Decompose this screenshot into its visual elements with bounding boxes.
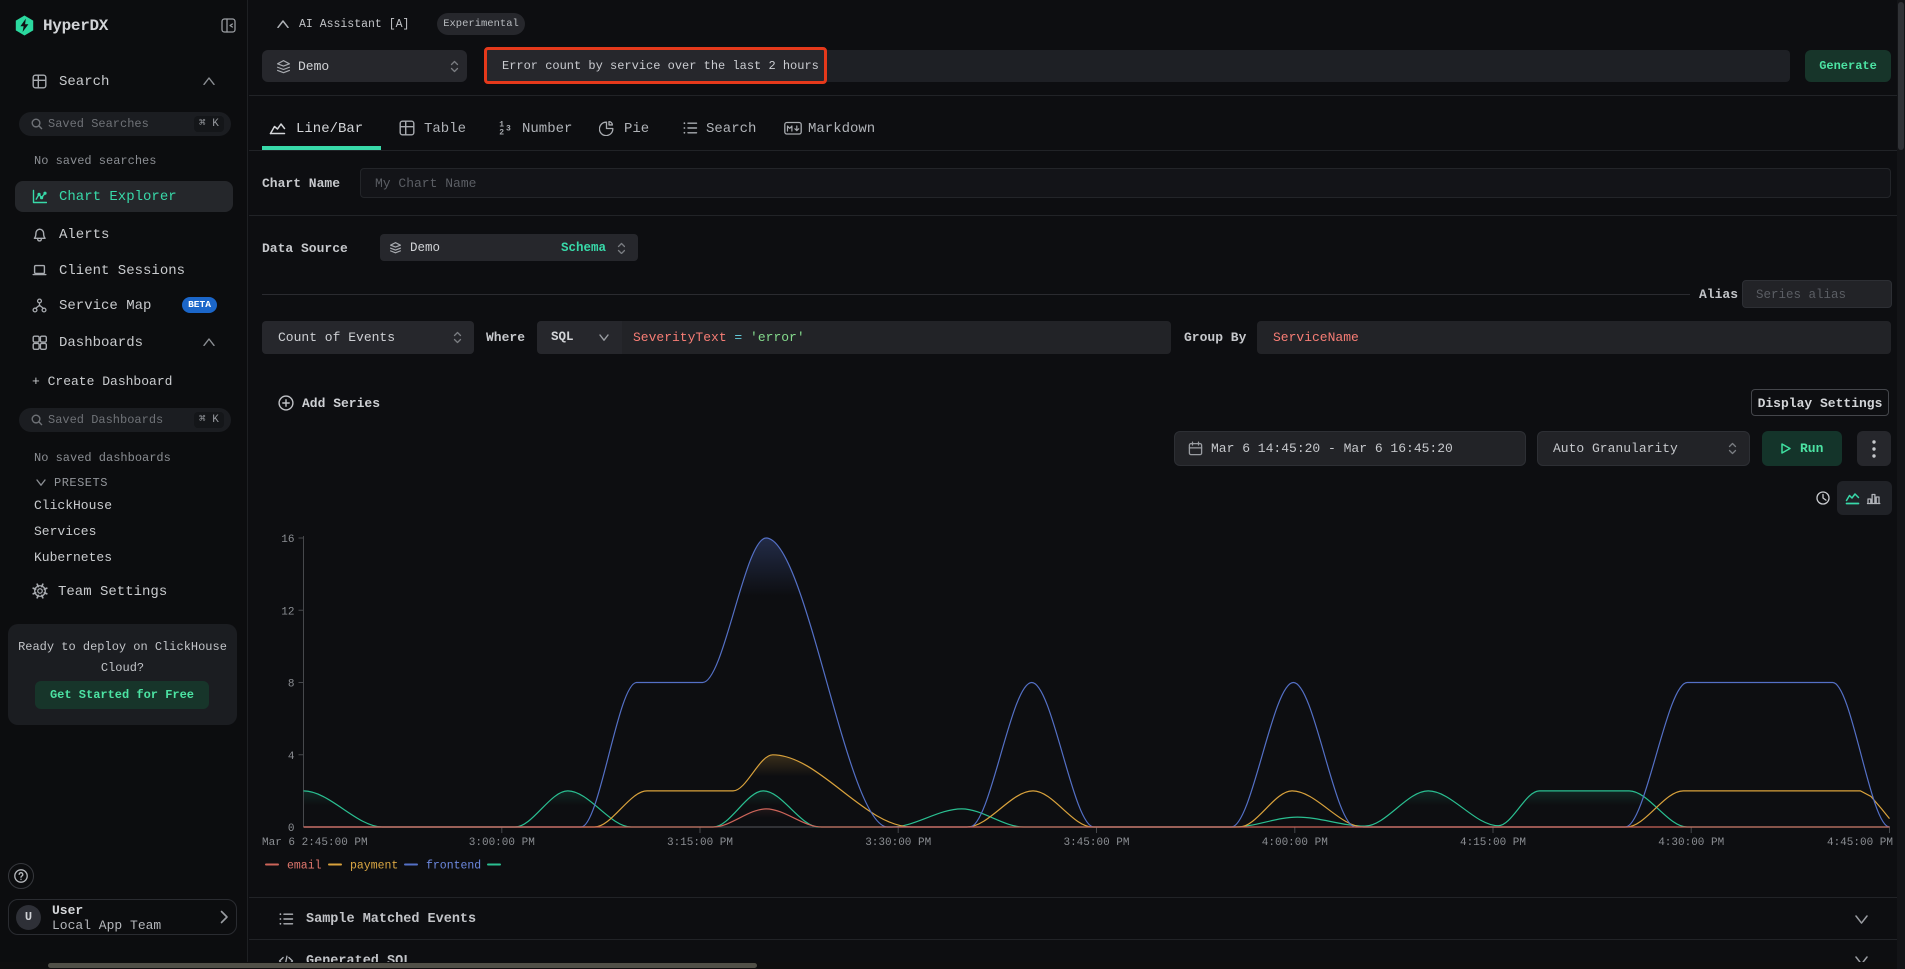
svg-text:0: 0 bbox=[288, 823, 295, 835]
svg-text:frontend: frontend bbox=[426, 860, 481, 873]
svg-text:4:15:00 PM: 4:15:00 PM bbox=[1460, 837, 1526, 849]
svg-text:Mar 6 2:45:00 PM: Mar 6 2:45:00 PM bbox=[262, 837, 368, 849]
svg-text:3:15:00 PM: 3:15:00 PM bbox=[667, 837, 733, 849]
svg-text:3:00:00 PM: 3:00:00 PM bbox=[469, 837, 535, 849]
svg-text:16: 16 bbox=[281, 534, 294, 546]
svg-text:8: 8 bbox=[288, 679, 295, 691]
svg-text:email: email bbox=[287, 860, 322, 873]
svg-text:payment: payment bbox=[350, 860, 398, 873]
svg-text:2: 2 bbox=[499, 128, 504, 136]
svg-text:3: 3 bbox=[506, 125, 511, 134]
svg-text:4:45:00 PM: 4:45:00 PM bbox=[1827, 837, 1893, 849]
svg-text:3:45:00 PM: 3:45:00 PM bbox=[1063, 837, 1129, 849]
svg-text:4:00:00 PM: 4:00:00 PM bbox=[1262, 837, 1328, 849]
svg-text:12: 12 bbox=[281, 606, 294, 618]
svg-text:4: 4 bbox=[288, 751, 295, 763]
svg-text:4:30:00 PM: 4:30:00 PM bbox=[1658, 837, 1724, 849]
svg-text:3:30:00 PM: 3:30:00 PM bbox=[865, 837, 931, 849]
